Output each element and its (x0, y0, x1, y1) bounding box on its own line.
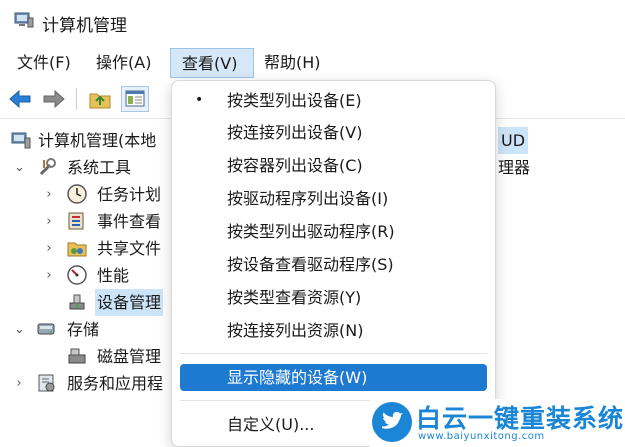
forward-arrow-icon[interactable] (40, 86, 68, 112)
checked-bullet-icon: • (195, 92, 204, 108)
menu-item-label: 按设备查看驱动程序(S) (227, 255, 394, 274)
twitter-bird-logo (372, 402, 412, 442)
chevron-right-icon[interactable]: › (44, 262, 54, 289)
tree-label-disk-management: 磁盘管理 (97, 347, 162, 366)
clock-icon (67, 184, 87, 204)
menu-separator (180, 353, 487, 354)
chevron-down-icon[interactable]: ⌄ (14, 316, 25, 343)
tree-label-device-manager: 设备管理 (95, 289, 164, 316)
tree-item-event-viewer[interactable]: › 事件查看 (0, 208, 200, 235)
tree-item-task-scheduler[interactable]: › 任务计划 (0, 181, 200, 208)
menu-item-label: 按容器列出设备(C) (227, 156, 363, 175)
shared-folder-icon (67, 242, 87, 257)
menu-bar: 文件(F) 操作(A) 查看(V) 帮助(H) (0, 44, 625, 80)
up-folder-icon[interactable] (86, 86, 114, 112)
watermark-url: www.baiyunxitong.com (418, 431, 545, 442)
tree-label-performance: 性能 (97, 266, 130, 285)
bird-icon (382, 411, 403, 429)
tree-item-device-manager[interactable]: 设备管理 (0, 289, 200, 316)
right-pane-device-manager: 理器 (498, 158, 531, 177)
toolbar-separator (76, 88, 77, 110)
storage-icon (37, 323, 55, 335)
menu-item-devices-by-container[interactable]: 按容器列出设备(C) (180, 152, 487, 179)
menu-item-resources-by-type[interactable]: 按类型查看资源(Y) (180, 284, 487, 311)
chevron-down-icon[interactable]: ⌄ (14, 154, 25, 181)
tree-item-disk-management[interactable]: 磁盘管理 (0, 343, 200, 370)
menu-item-devices-by-driver[interactable]: 按驱动程序列出设备(I) (180, 185, 487, 212)
menu-item-label: 自定义(U)... (227, 415, 315, 434)
right-pane-computer-name: UD (498, 127, 529, 154)
event-log-icon (68, 212, 84, 230)
tree-label-task-scheduler: 任务计划 (97, 185, 162, 204)
menu-item-label: 显示隐藏的设备(W) (227, 368, 368, 387)
tree-item-storage[interactable]: ⌄ 存储 (0, 316, 200, 343)
menu-file[interactable]: 文件(F) (11, 48, 77, 78)
tree-item-shared-folders[interactable]: › 共享文件 (0, 235, 200, 262)
menu-help[interactable]: 帮助(H) (258, 48, 327, 78)
menu-item-resources-by-connection[interactable]: 按连接列出资源(N) (180, 317, 487, 344)
menu-item-devices-by-type[interactable]: • 按类型列出设备(E) (180, 87, 487, 114)
tree-label-root: 计算机管理(本地 (38, 131, 157, 150)
tree-label-storage: 存储 (67, 320, 100, 339)
menu-item-label: 按类型列出驱动程序(R) (227, 222, 395, 241)
title-bar: 计算机管理 (0, 0, 625, 44)
performance-gauge-icon (67, 265, 87, 285)
tree-item-services[interactable]: › 服务和应用程 (0, 370, 200, 397)
menu-item-drivers-by-type[interactable]: 按类型列出驱动程序(R) (180, 218, 487, 245)
back-arrow-icon[interactable] (6, 86, 34, 112)
computer-management-icon (14, 12, 34, 28)
menu-item-label: 按类型查看资源(Y) (227, 288, 362, 307)
tree-label-event-viewer: 事件查看 (97, 212, 162, 231)
menu-item-label: 按类型列出设备(E) (227, 91, 362, 110)
window-title: 计算机管理 (42, 16, 127, 36)
menu-item-drivers-by-device[interactable]: 按设备查看驱动程序(S) (180, 251, 487, 278)
menu-action[interactable]: 操作(A) (90, 48, 157, 78)
computer-management-icon (11, 132, 31, 149)
disk-management-icon (68, 348, 86, 364)
menu-item-label: 按驱动程序列出设备(I) (227, 189, 389, 208)
tools-icon (39, 158, 56, 176)
menu-item-label: 按连接列出资源(N) (227, 321, 364, 340)
chevron-right-icon[interactable]: › (14, 370, 24, 397)
tree-label-shared-folders: 共享文件 (97, 239, 162, 258)
watermark-title: 白云一键重装系统 (416, 404, 625, 433)
view-dropdown-menu: • 按类型列出设备(E) 按连接列出设备(V) 按容器列出设备(C) 按驱动程序… (171, 80, 496, 447)
watermark: 白云一键重装系统 www.baiyunxitong.com (370, 399, 625, 447)
services-icon (38, 374, 55, 392)
menu-item-devices-by-connection[interactable]: 按连接列出设备(V) (180, 119, 487, 146)
device-manager-icon (69, 294, 85, 310)
show-hide-console-tree-button[interactable] (121, 86, 149, 112)
tree-item-performance[interactable]: › 性能 (0, 262, 200, 289)
menu-item-show-hidden-devices[interactable]: 显示隐藏的设备(W) (180, 364, 487, 391)
tree-label-services: 服务和应用程 (67, 374, 164, 393)
chevron-right-icon[interactable]: › (44, 181, 54, 208)
chevron-right-icon[interactable]: › (44, 208, 54, 235)
tree-item-root[interactable]: 计算机管理(本地 (0, 127, 200, 154)
chevron-right-icon[interactable]: › (44, 235, 54, 262)
menu-view[interactable]: 查看(V) (170, 48, 254, 78)
tree-item-system-tools[interactable]: ⌄ 系统工具 (0, 154, 200, 181)
tree-label-system-tools: 系统工具 (67, 158, 132, 177)
menu-item-label: 按连接列出设备(V) (227, 123, 363, 142)
console-tree-icon (125, 90, 145, 107)
